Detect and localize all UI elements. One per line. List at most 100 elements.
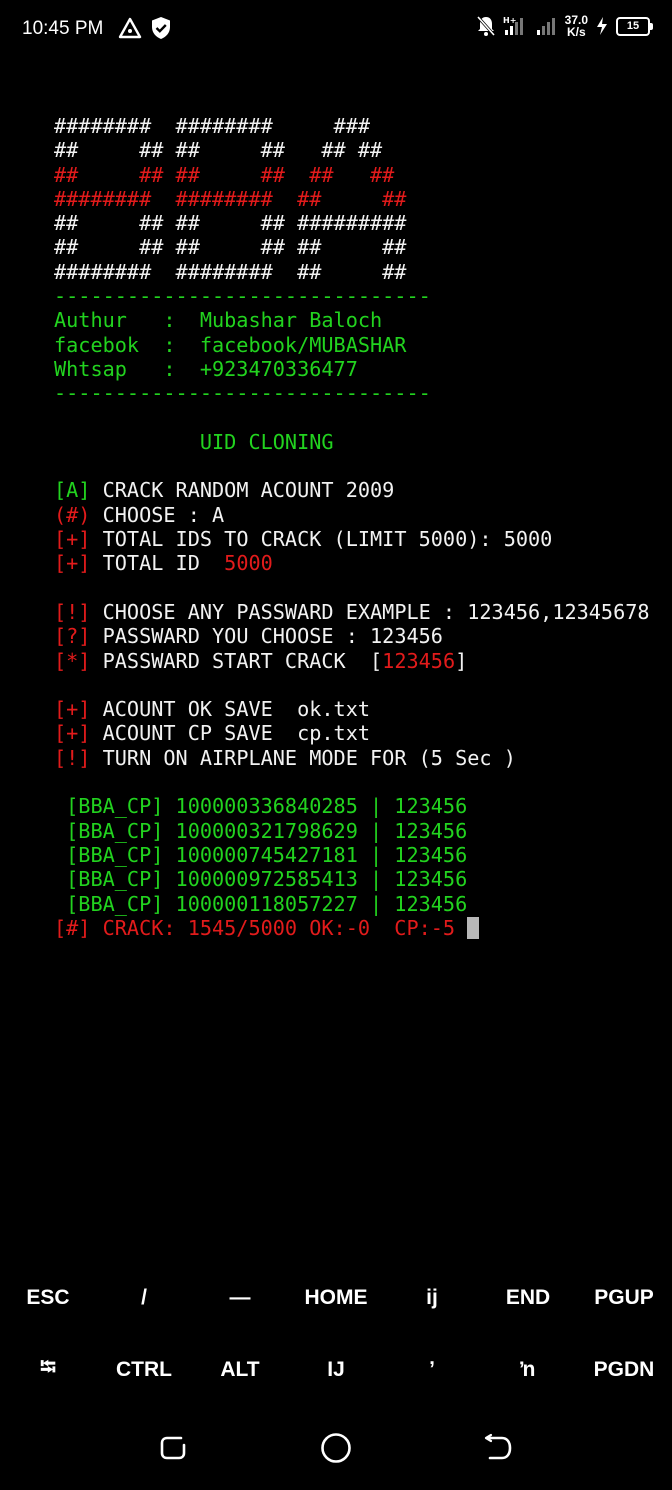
signal-weak-icon	[536, 18, 555, 35]
terminal-line: [BBA_CP] 100000336840285 | 123456	[54, 794, 650, 818]
terminal-text: ## ## ## ## ## ##	[54, 235, 407, 260]
terminal-line: [BBA_CP] 100000972585413 | 123456	[54, 867, 650, 891]
terminal-line: ######## ######## ###	[54, 114, 650, 138]
terminal-line: [+] TOTAL ID 5000	[54, 551, 650, 575]
alert-triangle-icon	[118, 17, 142, 39]
shield-check-icon	[152, 17, 170, 39]
tab-key[interactable]: ⭾	[0, 1334, 96, 1406]
terminal-text: [!]	[54, 745, 91, 770]
terminal-text: TURN ON AIRPLANE MODE FOR (5 Sec )	[90, 745, 516, 770]
status-right-icons: H+ 37.0 K/s 15	[476, 14, 653, 38]
status-time: 10:45 PM	[22, 18, 104, 39]
apostrophe-key[interactable]: ʼ	[384, 1334, 480, 1406]
terminal-text: ## ## ## ## ## ##	[54, 162, 395, 187]
terminal-text: [A]	[54, 478, 91, 503]
terminal-text: [#] CRACK: 1545/5000 OK:-0 CP:-5	[54, 915, 468, 940]
dash-key[interactable]: —	[192, 1262, 288, 1334]
n-apostrophe-key[interactable]: ŉ	[480, 1334, 576, 1406]
terminal-text: [+]	[54, 527, 91, 552]
esc-key[interactable]: ESC	[0, 1262, 96, 1334]
battery-level: 15	[626, 20, 640, 32]
terminal-line: [?] PASSWARD YOU CHOOSE : 123456	[54, 624, 650, 648]
terminal-text: ######## ######## ###	[54, 114, 371, 138]
terminal-line: ######## ######## ## ##	[54, 260, 650, 284]
terminal-line: [!] CHOOSE ANY PASSWARD EXAMPLE : 123456…	[54, 600, 650, 624]
slash-key[interactable]: /	[96, 1262, 192, 1334]
capital-ij-key[interactable]: IJ	[288, 1334, 384, 1406]
pgdn-key[interactable]: PGDN	[576, 1334, 672, 1406]
terminal-text: Authur : Mubashar Baloch	[54, 308, 383, 333]
terminal-text: ######## ######## ## ##	[54, 259, 407, 284]
terminal-line: ## ## ## ## ## ##	[54, 163, 650, 187]
pgup-key[interactable]: PGUP	[576, 1262, 672, 1334]
terminal-text: [*]	[54, 648, 91, 673]
terminal-text: [?]	[54, 624, 91, 649]
terminal-text: [+]	[54, 721, 91, 746]
terminal-text: [+]	[54, 551, 91, 576]
extra-keys-row-2: ⭾ CTRL ALT IJ ʼ ŉ PGDN	[0, 1334, 672, 1406]
terminal-line: Authur : Mubashar Baloch	[54, 308, 650, 332]
back-button[interactable]	[480, 1430, 516, 1466]
terminal-text: UID CLONING	[54, 429, 334, 454]
alt-key[interactable]: ALT	[192, 1334, 288, 1406]
terminal-cursor	[467, 916, 480, 939]
extra-keys-bar: ESC / — HOME ij END PGUP ⭾ CTRL ALT IJ ʼ ŉ PGDN	[0, 1262, 672, 1406]
status-left-icons	[118, 16, 172, 40]
terminal-text: ]	[455, 648, 468, 673]
terminal-text: CRACK RANDOM ACOUNT 2009	[90, 478, 395, 503]
signal-icon: H+	[503, 16, 523, 35]
ij-key[interactable]: ij	[384, 1262, 480, 1334]
terminal-line: Whtsap : +923470336477	[54, 357, 650, 381]
terminal-line: -------------------------------	[54, 284, 650, 308]
home-button[interactable]	[318, 1430, 354, 1466]
terminal-line: [BBA_CP] 100000118057227 | 123456	[54, 892, 650, 916]
bell-off-icon	[476, 16, 495, 36]
extra-keys-row-1: ESC / — HOME ij END PGUP	[0, 1262, 672, 1334]
terminal-text: ## ## ## ## ## ##	[54, 138, 383, 163]
terminal-text: [BBA_CP] 100000745427181 | 123456	[54, 842, 468, 867]
terminal-line: [+] TOTAL IDS TO CRACK (LIMIT 5000): 500…	[54, 527, 650, 551]
net-speed-unit: K/s	[566, 25, 586, 39]
terminal-text: -------------------------------	[54, 381, 431, 406]
terminal-line: [+] ACOUNT CP SAVE cp.txt	[54, 721, 650, 745]
terminal-text: [BBA_CP] 100000336840285 | 123456	[54, 794, 468, 819]
terminal-text: Whtsap : +923470336477	[54, 356, 358, 381]
terminal-text: [+]	[54, 697, 91, 722]
terminal-text: [BBA_CP] 100000321798629 | 123456	[54, 818, 468, 843]
terminal-line: [BBA_CP] 100000745427181 | 123456	[54, 843, 650, 867]
terminal-text: TOTAL IDS TO CRACK (LIMIT 5000): 5000	[90, 527, 553, 552]
terminal-line: [!] TURN ON AIRPLANE MODE FOR (5 Sec )	[54, 746, 650, 770]
ctrl-key[interactable]: CTRL	[96, 1334, 192, 1406]
home-key[interactable]: HOME	[288, 1262, 384, 1334]
terminal-output[interactable]: ######## ######## ### ## ## ## ## ## ## ##…	[54, 114, 650, 940]
terminal-text: ACOUNT CP SAVE cp.txt	[90, 721, 371, 746]
terminal-text: facebok : facebook/MUBASHAR	[54, 332, 407, 357]
terminal-line: [#] CRACK: 1545/5000 OK:-0 CP:-5	[54, 916, 650, 940]
terminal-text: TOTAL ID	[90, 551, 225, 576]
terminal-line: facebok : facebook/MUBASHAR	[54, 333, 650, 357]
charging-bolt-icon	[597, 17, 607, 35]
terminal-text: CHOOSE : A	[90, 502, 225, 527]
svg-text:H+: H+	[503, 16, 516, 25]
net-speed: 37.0 K/s	[565, 14, 588, 38]
terminal-text: PASSWARD START CRACK [	[90, 648, 383, 673]
terminal-line: ## ## ## ## ## ##	[54, 138, 650, 162]
recent-apps-button[interactable]	[155, 1430, 191, 1466]
terminal-text: -------------------------------	[54, 284, 431, 309]
terminal-line: [+] ACOUNT OK SAVE ok.txt	[54, 697, 650, 721]
end-key[interactable]: END	[480, 1262, 576, 1334]
terminal-text: ## ## ## ## #########	[54, 211, 407, 236]
terminal-text: 5000	[224, 551, 273, 576]
terminal-line: ######## ######## ## ##	[54, 187, 650, 211]
home-circle-icon	[321, 1433, 351, 1463]
terminal-line: [BBA_CP] 100000321798629 | 123456	[54, 819, 650, 843]
terminal-text: PASSWARD YOU CHOOSE : 123456	[90, 624, 443, 649]
terminal-line: UID CLONING	[54, 430, 650, 454]
navigation-bar	[0, 1406, 672, 1490]
terminal-line: ## ## ## ## #########	[54, 211, 650, 235]
terminal-line: [*] PASSWARD START CRACK [123456]	[54, 649, 650, 673]
